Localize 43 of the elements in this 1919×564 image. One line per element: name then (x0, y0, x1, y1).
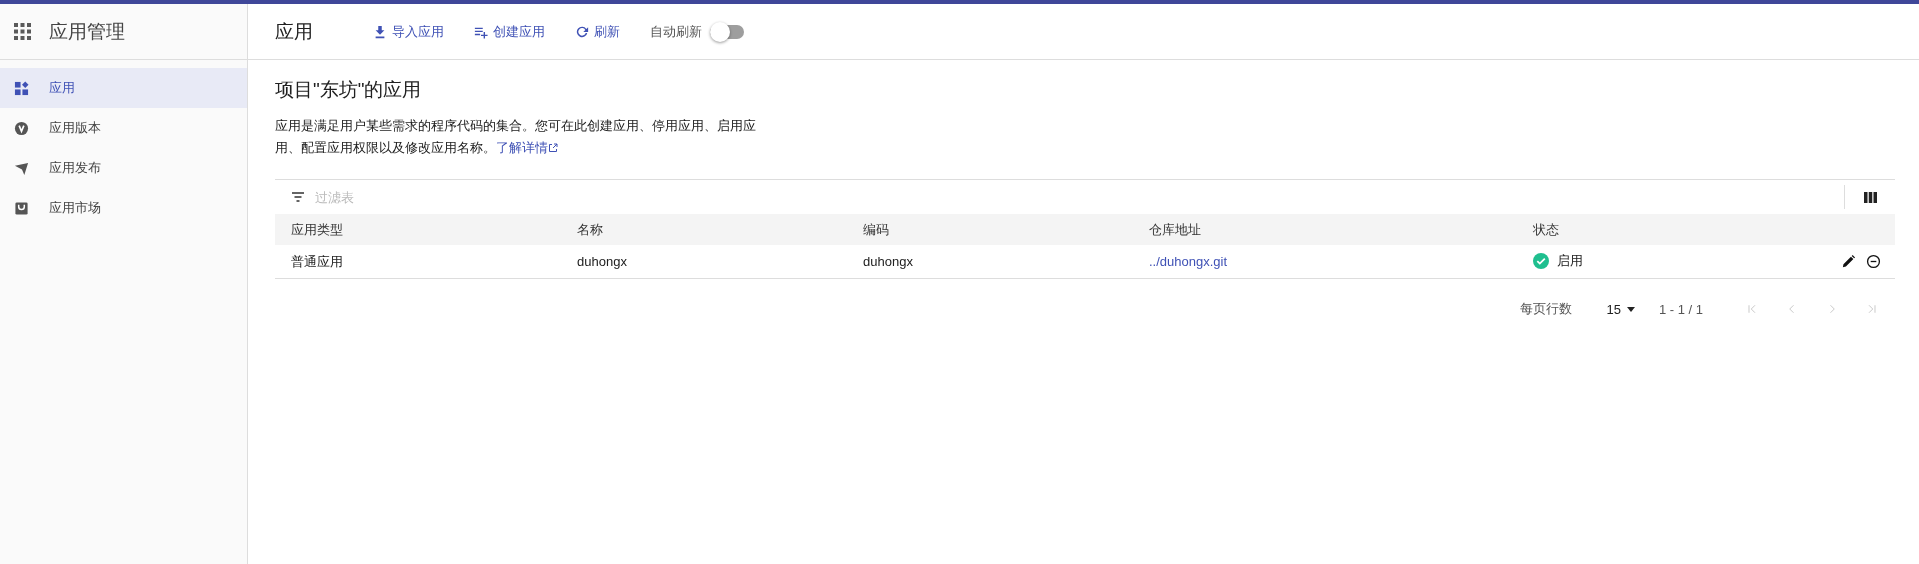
column-header: 应用类型 (291, 221, 343, 237)
first-page-icon (1746, 303, 1758, 315)
toolbar-button[interactable]: 创建应用 (474, 22, 545, 41)
toolbar-button[interactable]: 导入应用 (373, 22, 444, 41)
toolbar-button[interactable]: 刷新 (575, 22, 620, 41)
filter-field[interactable]: 过滤表 (313, 188, 1836, 206)
auto-refresh-switch[interactable] (710, 21, 744, 42)
rows-per-page-select[interactable]: 15 (1606, 301, 1635, 317)
page-title: 应用 (275, 19, 313, 44)
sidebar-item[interactable]: 应用市场 (0, 188, 247, 228)
auto-refresh-label: 自动刷新 (650, 22, 702, 41)
refresh-icon (575, 24, 589, 39)
sidebar-item[interactable]: 应用版本 (0, 108, 247, 148)
column-header: 编码 (863, 221, 889, 237)
dashboard-icon (14, 80, 29, 96)
column-header: 名称 (577, 221, 603, 237)
sidebar-item[interactable]: 应用 (0, 68, 247, 108)
caret-icon (1626, 306, 1635, 312)
section-heading: 项目"东坊"的应用 (275, 78, 423, 102)
status-text: 启用 (1557, 251, 1583, 270)
description: 应用是满足用户某些需求的程序代码的集合。您可在此创建应用、停用应用、启用应用、配置应用权限以及修改应用名称。了解详情 (275, 117, 757, 157)
app-title: 应用管理 (49, 19, 125, 44)
table-cell: duhongx (577, 254, 627, 269)
download-icon (373, 24, 387, 39)
learn-more-link[interactable]: 了解详情 (496, 140, 558, 155)
remove-circle-icon[interactable] (1866, 254, 1881, 269)
column-header: 仓库地址 (1149, 221, 1201, 237)
send-icon (14, 160, 29, 176)
external-link-icon (548, 143, 558, 153)
columns-icon[interactable] (1863, 191, 1877, 203)
apps-icon[interactable] (14, 23, 31, 40)
sidebar-item[interactable]: 应用发布 (0, 148, 247, 188)
last-page-icon (1866, 303, 1878, 315)
page-range: 1 - 1 / 1 (1658, 301, 1703, 317)
column-header: 状态 (1533, 221, 1559, 237)
rows-per-page-label: 每页行数 (1520, 300, 1573, 318)
store-icon (14, 200, 29, 216)
table-cell: duhongx (863, 254, 913, 269)
edit-icon[interactable] (1841, 254, 1856, 269)
repo-link[interactable]: ../duhongx.git (1149, 254, 1228, 269)
table-cell: 普通应用 (291, 253, 343, 269)
chevron-circle-icon (14, 120, 29, 136)
filter-icon (291, 190, 305, 204)
